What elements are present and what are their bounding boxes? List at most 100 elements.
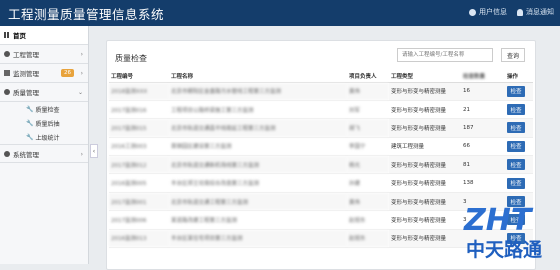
- logo-text-bottom: 中天路通: [466, 238, 543, 261]
- wrench-icon: 🔧: [26, 105, 34, 113]
- sidebar-item-label: 系统管理: [13, 150, 39, 159]
- table-row: 2017监测016 工程项目公路桥梁施工第三方监测 刘军 变形与形变与精密测量 21 检查: [109, 100, 533, 120]
- project-lead-cell: 孙建: [347, 173, 389, 193]
- project-lead-cell: 黄伟: [347, 82, 389, 101]
- sidebar-item-project[interactable]: 工程管理 ›: [0, 45, 88, 64]
- column-header: 工程编号: [109, 71, 169, 83]
- grid-icon: [4, 32, 10, 38]
- project-name-cell: 工程项目公路桥梁施工第三方监测: [169, 100, 347, 120]
- sidebar-subitem-check[interactable]: 🔧 质量检查: [0, 102, 88, 116]
- project-type-cell: 变形与形变与精密测量: [389, 210, 461, 230]
- gear-icon: [4, 150, 10, 157]
- action-cell: 检查: [505, 155, 533, 175]
- check-button[interactable]: 检查: [507, 177, 525, 189]
- check-count-cell: 66: [461, 137, 505, 157]
- panel-title: 质量检查: [115, 54, 147, 63]
- project-id-cell: 2017监测012: [109, 155, 169, 175]
- table-row: 2016监测005 丰台区郑王坟南综合改造第三方监测 孙建 变形与形变与精密测量 138…: [109, 173, 533, 193]
- check-count-cell: 21: [461, 100, 505, 120]
- project-id-cell: 2016工测003: [109, 137, 169, 157]
- wrench-icon: 🔧: [26, 133, 34, 141]
- project-id-cell: 2017监测001: [109, 192, 169, 212]
- table-row: 2018监测XXX 北京市朝阳区金盏路污水管线工程第三方监测 黄伟 变形与形变与精密测…: [109, 82, 533, 101]
- table-row: 2016工测003 首钢园区建设第三方监测 李国宁 建筑工程测量 66 检查: [109, 137, 533, 157]
- check-button[interactable]: 检查: [507, 159, 525, 171]
- check-button[interactable]: 检查: [507, 85, 525, 97]
- chevron-right-icon: ›: [80, 151, 83, 158]
- project-name-cell: 北京市轨道交通新机场线第三方监测: [169, 155, 347, 175]
- bell-icon: [517, 8, 523, 16]
- project-name-cell: 丰台区某住宅项目第三方监测: [169, 229, 347, 249]
- project-id-cell: 2016监测005: [109, 173, 169, 193]
- project-lead-cell: 赵旭东: [347, 210, 389, 230]
- column-header: 检查数量: [461, 71, 505, 83]
- project-type-cell: 变形与形变与精密测量: [389, 100, 461, 120]
- sidebar-item-label: 工程管理: [13, 51, 39, 59]
- count-badge: 26: [61, 69, 74, 77]
- project-id-cell: 2017监测015: [109, 118, 169, 138]
- user-icon: [469, 8, 476, 16]
- sidebar-collapse-toggle[interactable]: ‹: [90, 144, 98, 158]
- check-count-cell: 187: [461, 118, 505, 138]
- project-lead-cell: 刘军: [347, 100, 389, 120]
- action-cell: 检查: [505, 100, 533, 120]
- column-header: 工程类型: [389, 71, 461, 83]
- sidebar-subitem-stats[interactable]: 🔧 上级统计: [0, 130, 88, 144]
- column-header: 操作: [505, 71, 533, 83]
- project-name-cell: 北京市轨道交通工程第三方监测: [169, 192, 347, 212]
- globe-icon: [4, 89, 10, 95]
- sidebar-item-home[interactable]: 首页: [0, 26, 88, 45]
- sidebar-item-quality[interactable]: 质量管理 ⌄: [0, 83, 88, 102]
- sidebar-subitem-sample[interactable]: 🔧 质量后抽: [0, 116, 88, 130]
- notice-label: 消息通知: [526, 8, 554, 16]
- project-type-cell: 变形与形变与精密测量: [389, 173, 461, 193]
- settings-icon: [4, 51, 10, 57]
- project-type-cell: 变形与形变与精密测量: [389, 229, 461, 249]
- sidebar-item-monitor[interactable]: 监测管理 26 ›: [0, 64, 88, 83]
- project-lead-cell: 杨光: [347, 155, 389, 175]
- project-name-cell: 丰台区郑王坟南综合改造第三方监测: [169, 173, 347, 193]
- column-header: 工程名称: [169, 71, 347, 83]
- project-name-cell: 首钢园区建设第三方监测: [169, 137, 347, 157]
- query-button[interactable]: 查询: [501, 48, 525, 62]
- check-count-cell: 138: [461, 173, 505, 193]
- sidebar-subitem-label: 质量后抽: [35, 120, 60, 128]
- sidebar-subitem-label: 上级统计: [35, 134, 60, 142]
- check-count-cell: 16: [461, 82, 505, 101]
- project-type-cell: 变形与形变与精密测量: [389, 82, 461, 101]
- action-cell: 检查: [505, 137, 533, 157]
- app-title: 工程测量质量管理信息系统: [8, 7, 165, 22]
- project-name-cell: 北京市朝阳区金盏路污水管线工程第三方监测: [169, 82, 347, 101]
- column-header: 项目负责人: [347, 71, 389, 83]
- sidebar: 首页 工程管理 › 监测管理 26 › 质量管理 ⌄ 🔧 质量检查 🔧 质量后抽…: [0, 26, 89, 264]
- table-row: 2017监测012 北京市轨道交通新机场线第三方监测 杨光 变形与形变与精密测量 81 检…: [109, 155, 533, 175]
- search-input[interactable]: [397, 48, 493, 62]
- action-cell: 检查: [505, 82, 533, 101]
- project-type-cell: 变形与形变与精密测量: [389, 118, 461, 138]
- project-id-cell: 2017监测016: [109, 100, 169, 120]
- check-button[interactable]: 检查: [507, 122, 525, 134]
- chevron-down-icon: ⌄: [77, 89, 83, 96]
- user-info-link[interactable]: 用户信息: [469, 7, 507, 17]
- project-id-cell: 2017监测006: [109, 210, 169, 230]
- project-type-cell: 变形与形变与精密测量: [389, 192, 461, 212]
- notice-link[interactable]: 消息通知: [517, 7, 554, 17]
- sidebar-item-label: 首页: [13, 32, 26, 40]
- sidebar-item-system[interactable]: 系统管理 ›: [0, 144, 88, 163]
- folder-icon: [4, 70, 10, 76]
- project-type-cell: 建筑工程测量: [389, 137, 461, 157]
- zht-logo: ZHT 中天路通: [463, 203, 543, 261]
- check-button[interactable]: 检查: [507, 140, 525, 152]
- sidebar-item-label: 监测管理: [13, 70, 39, 78]
- chevron-right-icon: ›: [80, 51, 83, 58]
- project-lead-cell: 胡飞: [347, 118, 389, 138]
- project-name-cell: 某道路改建工程第三方监测: [169, 210, 347, 230]
- action-cell: 检查: [505, 118, 533, 138]
- project-type-cell: 变形与形变与精密测量: [389, 155, 461, 175]
- project-lead-cell: 赵旭东: [347, 229, 389, 249]
- project-id-cell: 2016监测013: [109, 229, 169, 249]
- check-count-cell: 81: [461, 155, 505, 175]
- table-header-row: 工程编号 工程名称 项目负责人 工程类型 检查数量 操作: [109, 71, 533, 83]
- table-row: 2017监测015 北京市轨道交通昌平线南延工程第三方监测 胡飞 变形与形变与精密测量…: [109, 118, 533, 138]
- check-button[interactable]: 检查: [507, 104, 525, 116]
